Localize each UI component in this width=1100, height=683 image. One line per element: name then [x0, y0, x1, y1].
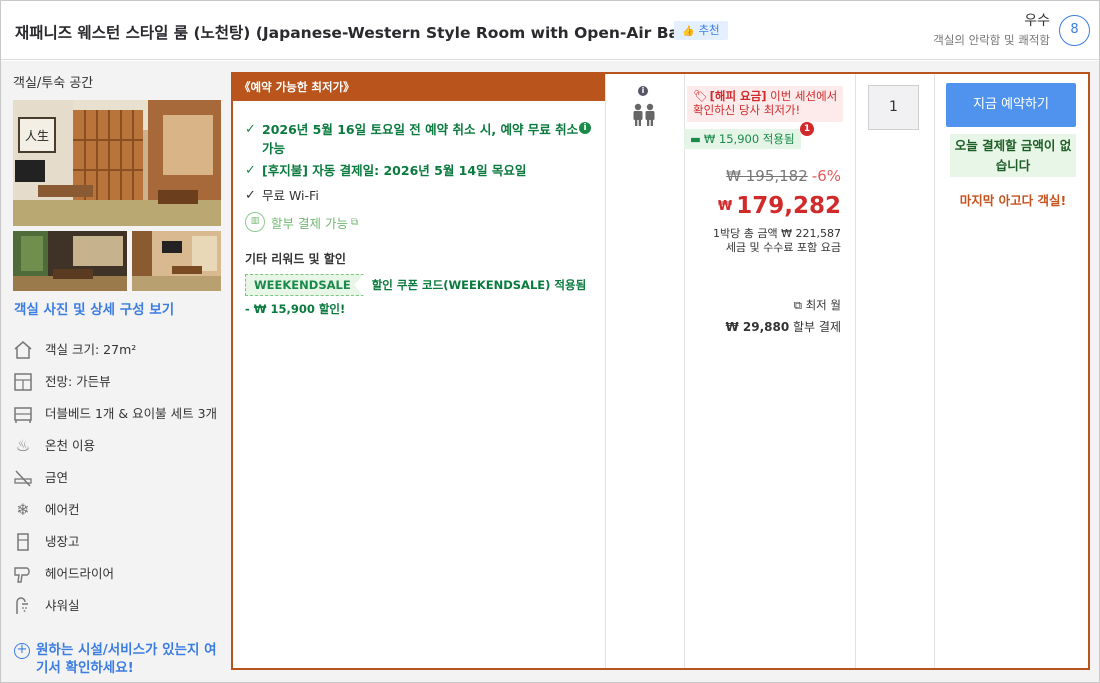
final-price-value: 179,282 [736, 193, 841, 219]
currency-symbol: ₩ [717, 199, 733, 214]
lowest-monthly-label[interactable]: ⧉ 최저 월 [794, 297, 841, 313]
room-offer-card: 《예약 가능한 최저가》 ✓ 2026년 5월 16일 토요일 전 예약 취소 … [231, 72, 1090, 670]
external-link-icon: ⧉ [793, 298, 806, 312]
info-icon[interactable]: i [579, 122, 591, 134]
tax-included-note: 세금 및 수수료 포함 요금 [725, 241, 841, 254]
price-per-night: 1박당 총 금액 ₩ 221,587 세금 및 수수료 포함 요금 [713, 227, 841, 255]
amenity-bed: 더블베드 1개 & 요이불 세트 3개 [13, 404, 223, 424]
amenity-hair-dryer: 헤어드라이어 [13, 564, 223, 584]
savings-applied[interactable]: ▬ ₩ 15,900 적용됨 [684, 129, 801, 149]
amenity-view: 전망: 가든뷰 [13, 372, 223, 392]
amenity-label: 온천 이용 [45, 438, 95, 453]
amenity-label: 더블베드 1개 & 요이불 세트 3개 [45, 406, 218, 421]
benefit-text: 2026년 5월 16일 토요일 전 예약 취소 시, 예약 무료 취소 가능 [262, 122, 579, 156]
original-price-value: ₩ 195,182 [726, 167, 808, 185]
column-divider [855, 74, 856, 668]
amenity-label: 객실 크기: 27m² [45, 342, 137, 357]
snowflake-icon: ❄ [16, 500, 30, 519]
happy-rate-promo: 🏷 [해피 요금] 이번 세션에서 확인하신 당사 최저가! [687, 86, 843, 122]
amenity-air-conditioning: ❄ 에어컨 [13, 500, 223, 520]
book-now-button[interactable]: 지금 예약하기 [946, 83, 1076, 127]
coupon-discount-amount: - ₩ 15,900 할인! [245, 302, 346, 316]
amenity-check-label: 원하는 시설/서비스가 있는지 여기서 확인하세요! [36, 642, 217, 676]
amenity-fridge: 냉장고 [13, 532, 223, 552]
lowest-price-banner: 《예약 가능한 최저가》 [233, 74, 605, 101]
column-divider [605, 74, 606, 668]
amenity-no-smoking: 금연 [13, 468, 223, 488]
column-divider [684, 74, 685, 668]
house-icon [13, 340, 33, 360]
other-rewards-title: 기타 리워드 및 할인 [245, 252, 346, 266]
monthly-installment: ₩ 29,880 할부 결제 [725, 318, 841, 335]
coupon-code-tag: WEEKENDSALE [245, 274, 364, 296]
rating-word: 우수 [1024, 13, 1050, 29]
promo-label: [해피 요금] [709, 89, 767, 103]
room-header: 재패니즈 웨스턴 스타일 룸 (노천탕) (Japanese-Western S… [1, 1, 1099, 60]
room-photo-main[interactable]: 人生 [13, 100, 221, 226]
check-icon: ✓ [245, 163, 256, 178]
column-divider [934, 74, 935, 668]
room-quantity-select[interactable]: 1 [868, 85, 919, 130]
plus-circle-icon: + [14, 643, 30, 659]
amenity-label: 샤워실 [45, 598, 80, 613]
installment-label: 할부 결제 가능 [271, 215, 348, 231]
room-photo-thumbnail[interactable] [13, 231, 127, 291]
svg-text:人生: 人生 [25, 129, 49, 143]
amenity-shower: 샤워실 [13, 596, 223, 616]
shower-icon [13, 596, 33, 616]
coupon-applied-text: 할인 쿠폰 코드(WEEKENDSALE) 적용됨 [371, 278, 587, 292]
room-section-heading: 객실/투숙 공간 [13, 76, 94, 91]
external-link-icon: ⧉ [350, 216, 359, 228]
original-price: ₩ 195,182 -6% [726, 167, 841, 185]
check-icon: ✓ [245, 188, 256, 203]
pay-today-note: 오늘 결제할 금액이 없습니다 [950, 134, 1076, 177]
discount-percent: -6% [811, 167, 841, 185]
installment-available[interactable]: ▥ 할부 결제 가능 ⧉ [245, 211, 358, 233]
amenity-label: 냉장고 [45, 534, 80, 549]
occupancy-info-icon[interactable]: i [638, 86, 648, 96]
installment-icon: ▥ [245, 212, 265, 232]
savings-icon: ▬ [690, 132, 701, 146]
fridge-icon [13, 532, 33, 552]
room-info-column: 객실/투숙 공간 人生 객실 사진 및 상세 구성 보기 객실 크기: 27m²… [13, 72, 223, 676]
hot-spring-icon: ♨ [15, 436, 31, 455]
thumbs-up-icon: 👍 [682, 26, 695, 37]
benefit-text: 무료 Wi-Fi [262, 188, 319, 203]
per-night-total: 1박당 총 금액 ₩ 221,587 [713, 227, 841, 240]
amenity-list: 객실 크기: 27m² 전망: 가든뷰 더블베드 1개 & 요이불 세트 3개 … [13, 340, 223, 616]
coupon-row: WEEKENDSALE 할인 쿠폰 코드(WEEKENDSALE) 적용됨 [245, 274, 586, 296]
amenity-label: 헤어드라이어 [45, 566, 115, 581]
final-price: ₩179,282 [718, 193, 841, 219]
window-view-icon [13, 372, 33, 392]
rating-score[interactable]: 8 [1059, 15, 1090, 46]
two-guests-icon [631, 101, 657, 131]
amenity-room-size: 객실 크기: 27m² [13, 340, 223, 360]
hair-dryer-icon [13, 564, 33, 584]
check-icon: ✓ [245, 122, 256, 137]
price-tag-icon: 🏷 [693, 89, 708, 103]
amenity-check-link[interactable]: + 원하는 시설/서비스가 있는지 여기서 확인하세요! [14, 641, 224, 677]
rating-subtitle: 객실의 안락함 및 쾌적함 [933, 33, 1050, 47]
recommend-label: 추천 [698, 23, 720, 37]
amenity-label: 에어컨 [45, 502, 80, 517]
room-photo-thumbnail[interactable] [132, 231, 221, 291]
benefit-text: [후지불] 자동 결제일: 2026년 5월 14일 목요일 [262, 163, 527, 178]
amenity-label: 전망: 가든뷰 [45, 374, 111, 389]
lowest-monthly-text: 최저 월 [805, 298, 841, 312]
room-photos-link[interactable]: 객실 사진 및 상세 구성 보기 [14, 298, 174, 318]
recommend-badge: 👍 추천 [674, 21, 728, 40]
room-title: 재패니즈 웨스턴 스타일 룸 (노천탕) (Japanese-Western S… [15, 24, 705, 42]
monthly-suffix: 할부 결제 [793, 320, 841, 334]
bed-icon [13, 404, 33, 424]
last-room-notice: 마지막 아고다 객실! [959, 193, 1067, 208]
savings-count-badge: 1 [800, 122, 814, 136]
amenity-hot-spring: ♨ 온천 이용 [13, 436, 223, 456]
amenity-label: 금연 [45, 470, 69, 485]
monthly-amount: ₩ 29,880 [725, 320, 790, 334]
no-smoking-icon [13, 468, 33, 488]
savings-text: ₩ 15,900 적용됨 [703, 132, 795, 146]
